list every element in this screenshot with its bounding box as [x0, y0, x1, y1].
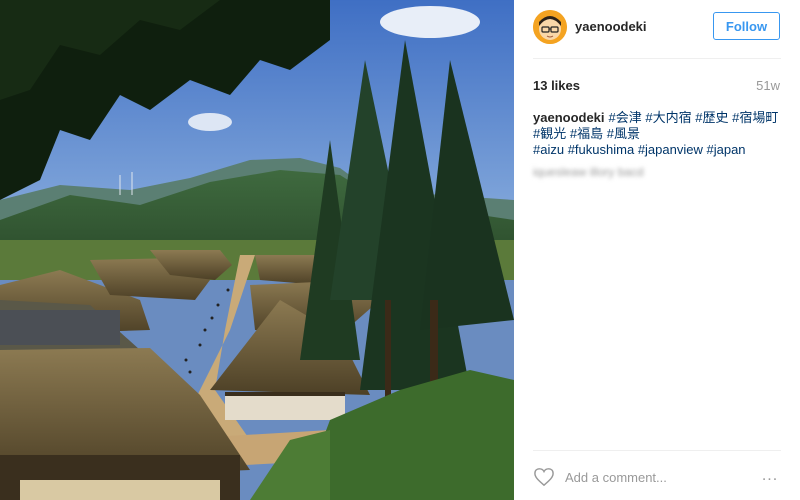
- hashtag-link[interactable]: #風景: [607, 126, 640, 141]
- avatar-face-icon: [533, 10, 567, 44]
- heart-icon[interactable]: [533, 467, 555, 487]
- hashtag-row: #観光 #福島 #風景: [533, 126, 783, 142]
- add-comment-input[interactable]: [565, 467, 745, 487]
- blurred-comment: iquesleaw illory bacd: [533, 165, 644, 179]
- post-caption: yaenoodeki #会津 #大内宿 #歴史 #宿場町 #観光 #福島 #風景 …: [533, 110, 783, 158]
- hashtag-link[interactable]: #fukushima: [568, 142, 634, 157]
- hashtag-link[interactable]: #会津: [609, 110, 642, 125]
- post-header: yaenoodeki Follow: [514, 0, 800, 58]
- header-divider: [533, 58, 781, 59]
- hashtag-link[interactable]: #宿場町: [732, 110, 778, 125]
- hashtag-link[interactable]: #aizu: [533, 142, 564, 157]
- hashtag-link[interactable]: #大内宿: [645, 110, 691, 125]
- follow-button[interactable]: Follow: [713, 12, 780, 40]
- comment-divider: [533, 450, 781, 451]
- post-time[interactable]: 51w: [756, 78, 780, 93]
- hashtag-link[interactable]: #japanview: [638, 142, 703, 157]
- hashtag-link[interactable]: #観光: [533, 126, 566, 141]
- more-options-icon[interactable]: ...: [759, 467, 781, 487]
- post-photo[interactable]: [0, 0, 514, 500]
- header-username[interactable]: yaenoodeki: [575, 19, 647, 34]
- hashtag-link[interactable]: #福島: [570, 126, 603, 141]
- likes-count[interactable]: 13 likes: [533, 78, 580, 93]
- village-photo-illustration: [0, 0, 514, 500]
- hashtag-row: #aizu #fukushima #japanview #japan: [533, 142, 783, 158]
- post-sidebar: yaenoodeki Follow 13 likes 51w yaenoodek…: [514, 0, 800, 500]
- caption-username[interactable]: yaenoodeki: [533, 110, 605, 125]
- comment-bar: ...: [533, 462, 783, 492]
- avatar[interactable]: [533, 10, 567, 44]
- hashtag-link[interactable]: #japan: [706, 142, 745, 157]
- instagram-post: yaenoodeki Follow 13 likes 51w yaenoodek…: [0, 0, 800, 500]
- hashtag-link[interactable]: #歴史: [695, 110, 728, 125]
